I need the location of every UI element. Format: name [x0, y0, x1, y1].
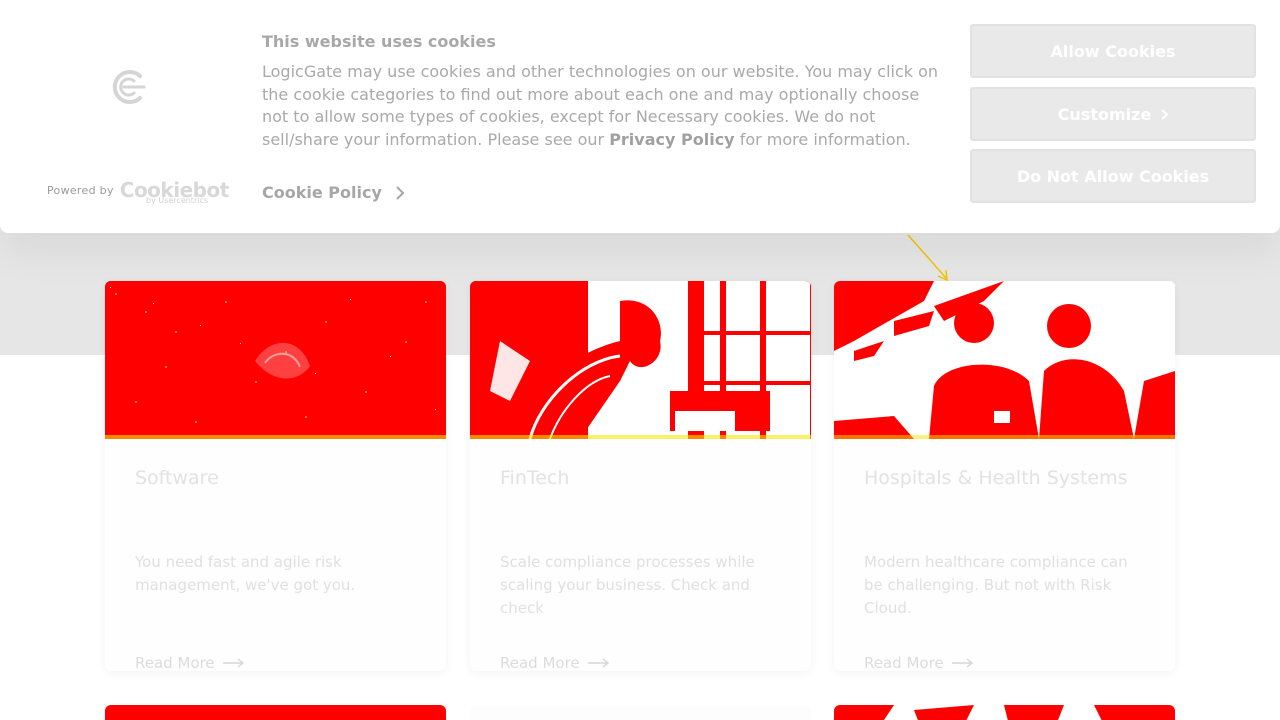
- arrow-right-icon: [587, 658, 609, 668]
- allow-cookies-button[interactable]: Allow Cookies: [970, 24, 1256, 78]
- customize-button[interactable]: Customize: [970, 87, 1256, 141]
- cookie-title: This website uses cookies: [262, 32, 496, 51]
- chevron-right-icon: [396, 185, 404, 200]
- cookie-policy-label: Cookie Policy: [262, 183, 382, 202]
- powered-by-label: Powered by: [47, 183, 114, 197]
- card-image-next-row: [470, 705, 811, 720]
- arrow-right-icon: [951, 658, 973, 668]
- read-more-label: Read More: [864, 654, 944, 671]
- privacy-policy-link[interactable]: Privacy Policy: [609, 130, 734, 149]
- card-image: [834, 281, 1175, 439]
- logicgate-logo-icon: [112, 70, 146, 104]
- card-description: Modern healthcare compliance can be chal…: [864, 553, 1128, 617]
- deny-cookies-button[interactable]: Do Not Allow Cookies: [970, 149, 1256, 203]
- cookie-policy-link[interactable]: Cookie Policy: [262, 183, 404, 202]
- arrow-right-icon: [222, 658, 244, 668]
- card-description: Scale compliance processes while scaling…: [500, 553, 755, 617]
- read-more-link[interactable]: Read More: [500, 654, 610, 671]
- card-image-next-row: [834, 705, 1175, 720]
- card-title: FinTech: [500, 467, 570, 489]
- read-more-label: Read More: [135, 654, 215, 671]
- card-software[interactable]: Software You need fast and agile risk ma…: [105, 281, 446, 671]
- card-description: You need fast and agile risk management,…: [135, 553, 356, 594]
- card-image-next-row: [105, 705, 446, 720]
- read-more-label: Read More: [500, 654, 580, 671]
- allow-cookies-label: Allow Cookies: [1050, 41, 1176, 61]
- usercentrics-label: by Usercentrics: [146, 196, 209, 205]
- card-title: Software: [135, 467, 219, 489]
- cookie-consent-banner: Powered by Cookiebot by Usercentrics Thi…: [0, 0, 1280, 233]
- read-more-link[interactable]: Read More: [135, 654, 245, 671]
- card-image: [105, 281, 446, 439]
- cookie-description: LogicGate may use cookies and other tech…: [262, 62, 939, 149]
- chevron-right-icon: [1161, 108, 1169, 120]
- customize-label: Customize: [1057, 104, 1152, 124]
- card-fintech[interactable]: FinTech Scale compliance processes while…: [470, 281, 811, 671]
- card-hospitals-health[interactable]: Hospitals & Health Systems Modern health…: [834, 281, 1175, 671]
- card-image: [470, 281, 811, 439]
- read-more-link[interactable]: Read More: [864, 654, 974, 671]
- card-title: Hospitals & Health Systems: [864, 467, 1128, 489]
- deny-cookies-label: Do Not Allow Cookies: [1016, 166, 1210, 186]
